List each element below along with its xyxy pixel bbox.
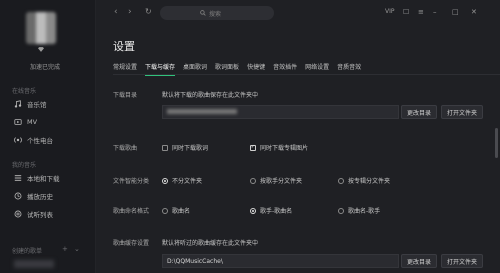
radio-no-folder[interactable]: 不分文件夹 <box>162 176 202 185</box>
vip-badge[interactable]: VIP <box>385 8 395 15</box>
sidebar-item-history[interactable]: 播放历史 <box>14 190 53 202</box>
radio-artist-song[interactable]: 歌手-歌曲名 <box>250 206 292 215</box>
tab-divider <box>113 74 500 75</box>
settings-panel: 设置 常规设置 下载与缓存 桌面歌词 歌词面板 快捷键 音效插件 网络设置 音质… <box>96 26 500 273</box>
playlist-item-blurred[interactable] <box>14 260 54 268</box>
sidebar-item-label: 音乐馆 <box>27 101 47 109</box>
local-download-icon <box>14 175 22 181</box>
open-cache-folder-button[interactable]: 打开文件夹 <box>441 254 484 268</box>
download-dir-path[interactable] <box>162 105 399 119</box>
sidebar-item-trial-list[interactable]: 试听列表 <box>14 208 53 220</box>
radio-song-artist[interactable]: 歌曲名-歌手 <box>338 206 380 215</box>
smart-folder-label: 文件智能分类 <box>113 178 150 185</box>
add-playlist-icon[interactable]: + <box>62 245 68 253</box>
diamond-icon <box>38 47 44 52</box>
checkbox-label: 同时下载专辑图片 <box>260 145 309 152</box>
radio-label: 按专辑分文件夹 <box>348 178 391 185</box>
download-lyrics-checkbox[interactable]: 同时下载歌词 <box>162 143 208 152</box>
change-cache-dir-button[interactable]: 更改目录 <box>401 254 438 268</box>
change-download-dir-button[interactable]: 更改目录 <box>401 105 438 119</box>
top-bar: ‹ › ↻ 搜索 VIP ☐ ≡ – □ ✕ <box>96 0 500 26</box>
radio-dot <box>338 207 344 214</box>
list-icon <box>14 210 22 218</box>
download-cover-checkbox[interactable]: 同时下载专辑图片 <box>250 143 308 152</box>
radio-label: 歌曲名-歌手 <box>348 208 381 215</box>
sidebar-item-label: 个性电台 <box>27 137 53 145</box>
mv-icon <box>14 119 22 125</box>
radio-label: 按歌手分文件夹 <box>260 178 303 185</box>
checkbox-box <box>250 144 256 151</box>
sidebar-item-local[interactable]: 本地和下载 <box>14 172 60 184</box>
sidebar-item-label: 本地和下载 <box>27 175 60 183</box>
checkbox-label: 同时下载歌词 <box>172 145 209 152</box>
download-songs-label: 下载歌曲 <box>113 145 138 152</box>
page-title: 设置 <box>113 40 135 53</box>
radio-by-artist[interactable]: 按歌手分文件夹 <box>250 176 302 185</box>
refresh-icon[interactable]: ↻ <box>145 7 152 16</box>
avatar[interactable] <box>26 12 56 44</box>
search-input[interactable]: 搜索 <box>160 6 274 20</box>
radio-dot <box>250 177 256 184</box>
radio-label: 歌曲名 <box>172 208 191 215</box>
sidebar-item-label: MV <box>27 118 38 126</box>
cache-settings-label: 歌曲缓存设置 <box>113 240 150 247</box>
sidebar-item-radio[interactable]: 个性电台 <box>14 134 53 146</box>
section-my-music: 我的音乐 <box>12 162 37 169</box>
sidebar-item-label: 试听列表 <box>27 211 53 219</box>
radio-by-album[interactable]: 按专辑分文件夹 <box>338 176 390 185</box>
cache-dir-hint: 默认将听过的歌曲缓存在此文件夹中 <box>162 240 259 247</box>
history-icon <box>14 192 22 200</box>
close-icon[interactable]: ✕ <box>471 8 477 16</box>
search-placeholder: 搜索 <box>209 10 222 18</box>
maximize-icon[interactable]: □ <box>452 8 459 16</box>
radio-song-name[interactable]: 歌曲名 <box>162 206 190 215</box>
user-name[interactable]: 加速已完成 <box>30 62 60 71</box>
collapse-icon[interactable]: ⌄ <box>74 245 80 253</box>
search-icon <box>200 10 206 16</box>
section-created-playlists: 创建的歌单 <box>12 248 43 255</box>
sidebar-item-music-hall[interactable]: 音乐馆 <box>14 98 47 110</box>
skin-icon[interactable]: ☐ <box>403 8 409 16</box>
naming-format-label: 歌曲命名格式 <box>113 208 150 215</box>
section-online-music: 在线音乐 <box>12 88 37 95</box>
sidebar: 加速已完成 在线音乐 音乐馆 MV 个性电台 我的音乐 本地和下载 播放历史 试… <box>0 0 96 273</box>
radio-dot <box>250 207 256 214</box>
open-download-folder-button[interactable]: 打开文件夹 <box>441 105 484 119</box>
download-dir-hint: 默认将下载的歌曲保存在此文件夹中 <box>162 92 259 99</box>
download-dir-label: 下载目录 <box>113 92 138 99</box>
cache-dir-path[interactable]: D:\QQMusicCache\ <box>162 254 399 268</box>
radio-label: 不分文件夹 <box>172 178 203 185</box>
checkbox-box <box>162 144 168 151</box>
sidebar-item-label: 播放历史 <box>27 193 53 201</box>
forward-icon[interactable]: › <box>128 7 132 17</box>
back-icon[interactable]: ‹ <box>114 7 118 17</box>
scrollbar[interactable] <box>495 128 498 158</box>
radio-icon <box>14 137 22 143</box>
music-hall-icon <box>14 100 22 108</box>
sidebar-item-mv[interactable]: MV <box>14 116 37 128</box>
radio-dot <box>162 207 168 214</box>
radio-dot <box>162 177 168 184</box>
radio-dot <box>338 177 344 184</box>
menu-icon[interactable]: ≡ <box>418 8 424 16</box>
radio-label: 歌手-歌曲名 <box>260 208 293 215</box>
minimize-icon[interactable]: – <box>433 8 437 16</box>
